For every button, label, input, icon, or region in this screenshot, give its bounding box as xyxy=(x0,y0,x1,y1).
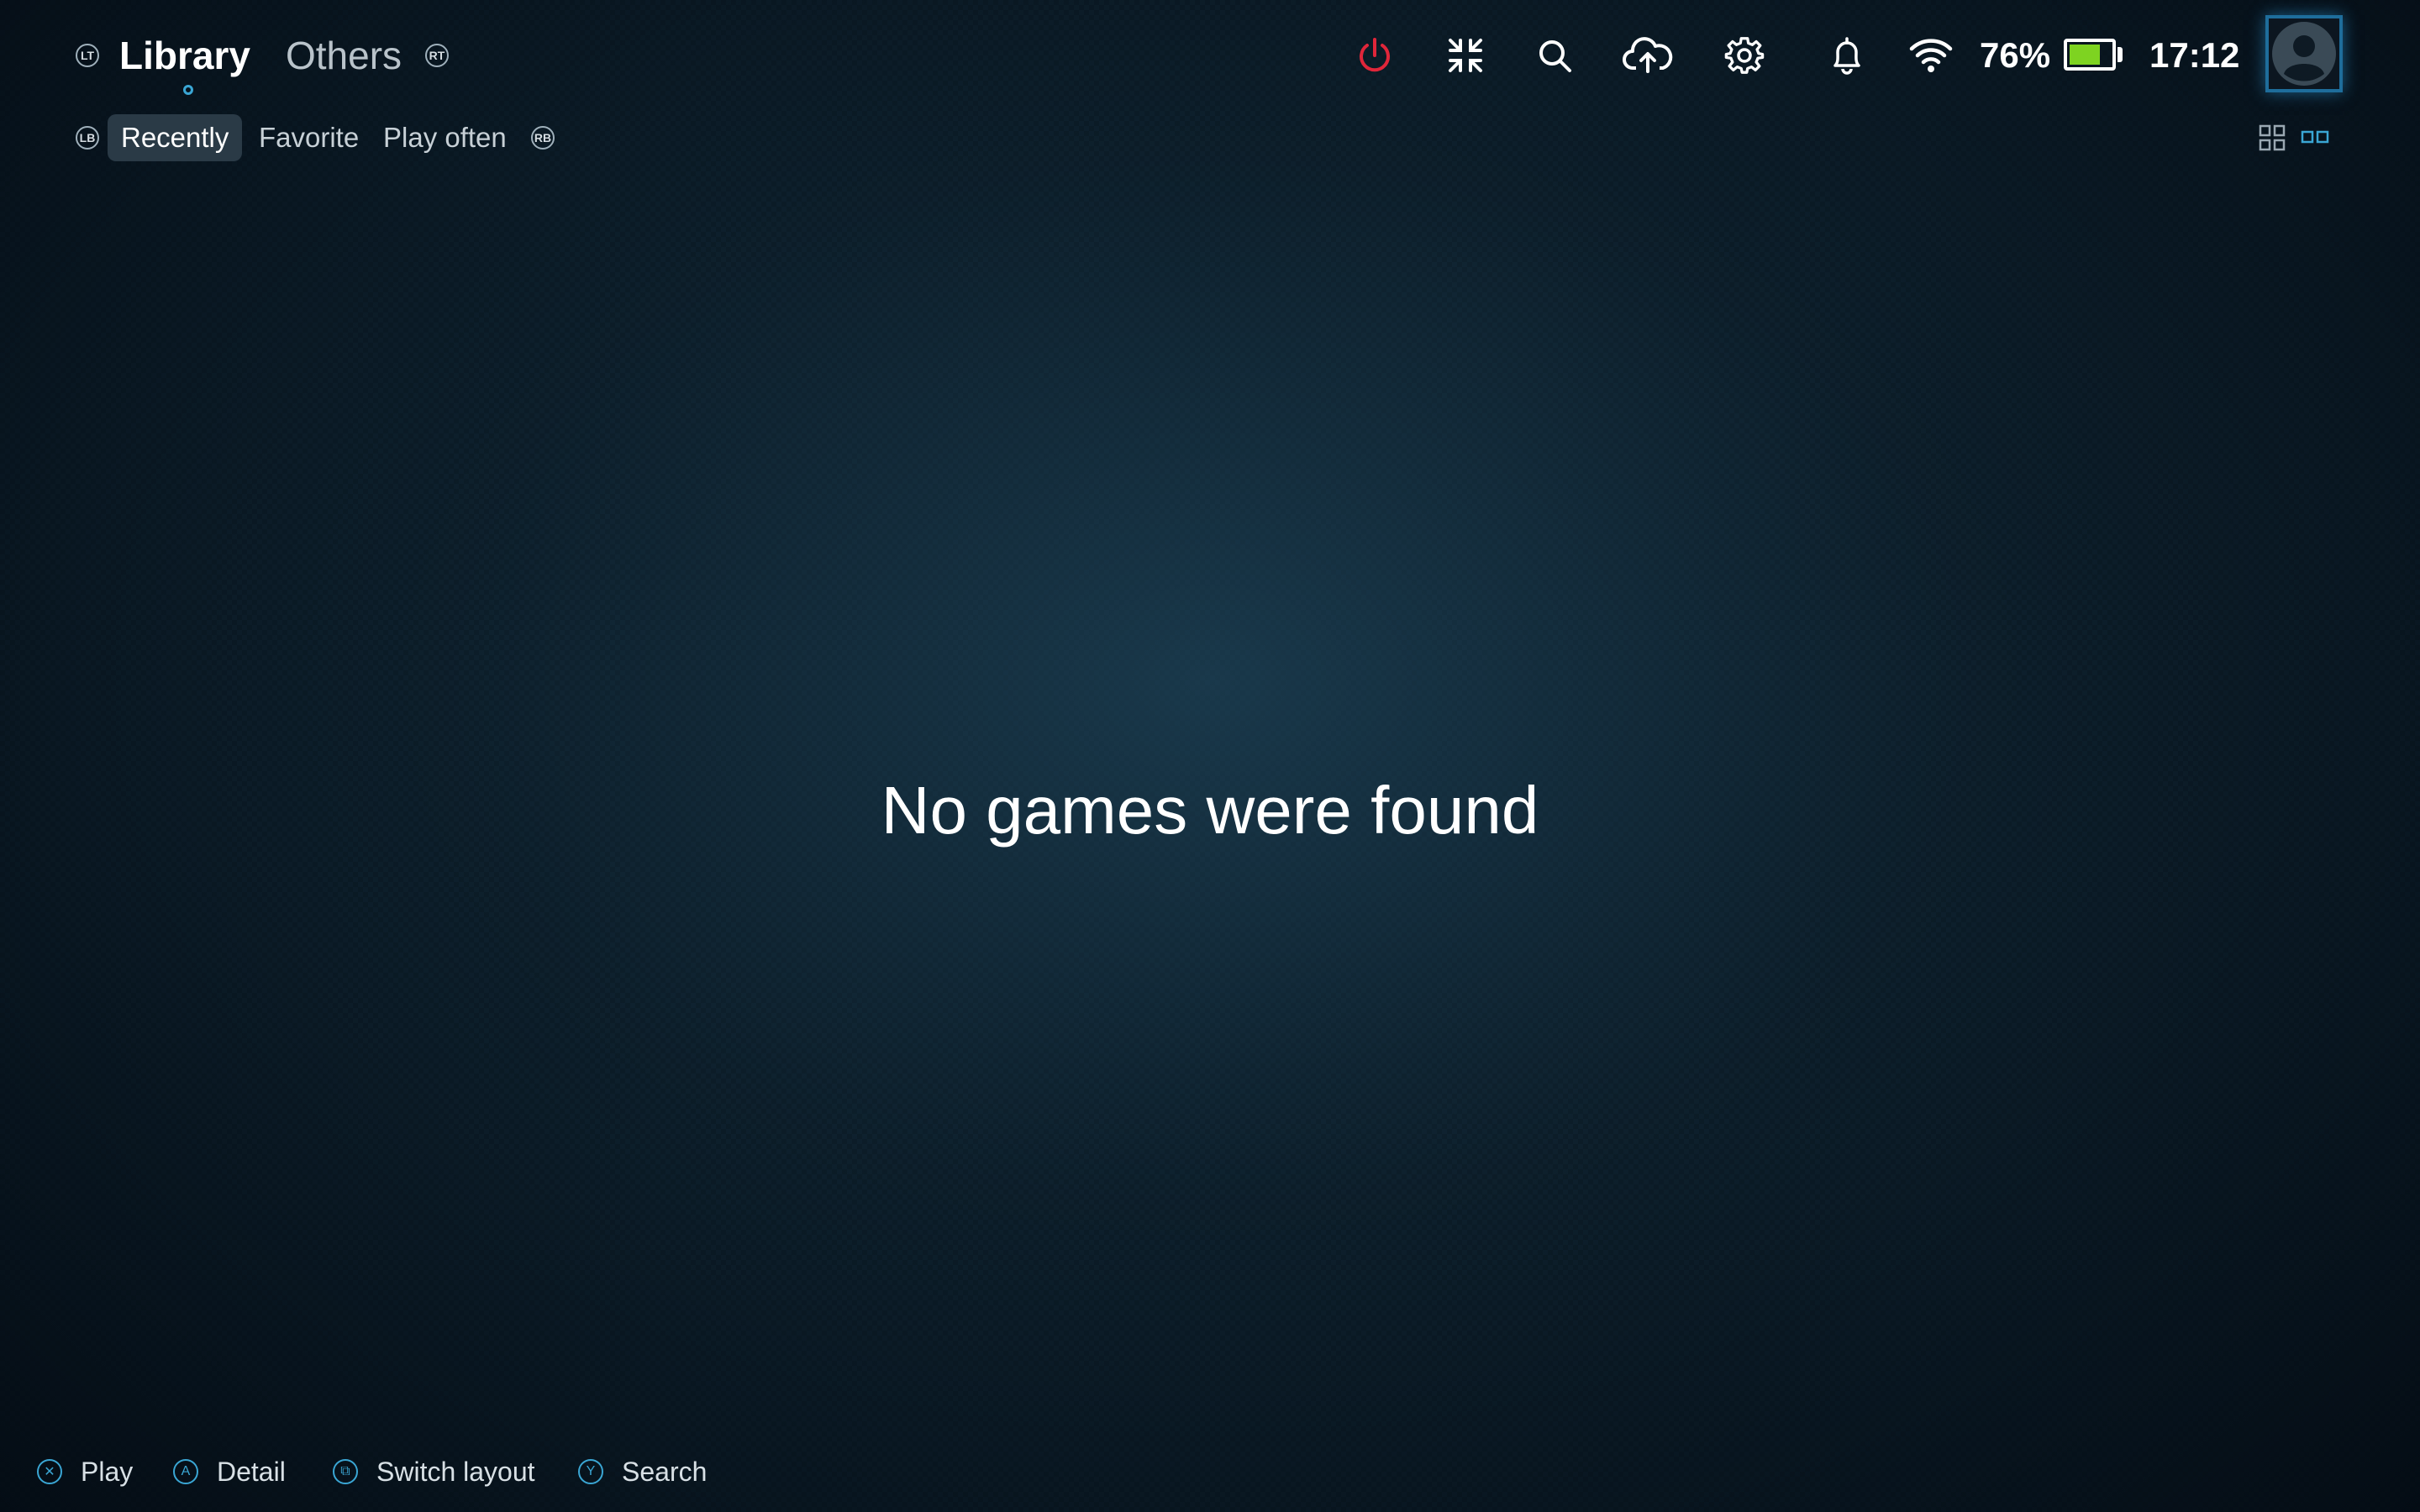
clock: 17:12 xyxy=(2149,35,2240,75)
lt-bumper-icon: LT xyxy=(76,44,99,67)
user-avatar-icon xyxy=(2272,22,2336,86)
list-layout-icon[interactable] xyxy=(2301,129,2329,150)
gear-icon[interactable] xyxy=(1723,34,1766,77)
cloud-upload-icon[interactable] xyxy=(1622,34,1674,77)
subtab-recently[interactable]: Recently xyxy=(108,114,243,161)
top-nav: LT Library Others RT 76% 17:12 xyxy=(0,0,2420,118)
rb-bumper-icon: RB xyxy=(531,126,555,150)
subtab-favorite[interactable]: Favorite xyxy=(245,114,372,161)
active-tab-indicator xyxy=(183,85,193,95)
hint-label: Search xyxy=(622,1456,708,1487)
hint-search: Y Search xyxy=(578,1450,707,1494)
rt-bumper-icon: RT xyxy=(425,44,449,67)
battery-tip xyxy=(2118,47,2123,62)
tab-library[interactable]: Library xyxy=(119,30,250,81)
subtab-play-often[interactable]: Play often xyxy=(370,114,520,161)
avatar[interactable] xyxy=(2265,15,2343,92)
battery-icon xyxy=(2064,39,2116,71)
tab-others[interactable]: Others xyxy=(286,30,402,81)
lb-bumper-icon: LB xyxy=(76,126,99,150)
fullscreen-exit-icon[interactable] xyxy=(1444,34,1487,77)
battery-level-fill xyxy=(2070,45,2101,65)
view-button-icon: ⧉ xyxy=(333,1459,358,1484)
a-button-icon: A xyxy=(173,1459,198,1484)
power-icon[interactable] xyxy=(1353,34,1397,77)
hint-label: Switch layout xyxy=(376,1456,535,1487)
y-button-icon: Y xyxy=(578,1459,603,1484)
hint-label: Play xyxy=(81,1456,134,1487)
cross-button-icon: ✕ xyxy=(37,1459,62,1484)
wifi-icon xyxy=(1909,34,1953,77)
search-icon[interactable] xyxy=(1533,34,1576,77)
grid-layout-icon[interactable] xyxy=(2259,124,2286,155)
battery-percent: 76% xyxy=(1980,35,2051,75)
empty-state-message: No games were found xyxy=(881,773,1539,848)
hint-label: Detail xyxy=(217,1456,286,1487)
bell-icon[interactable] xyxy=(1825,34,1869,77)
hint-switch-layout: ⧉ Switch layout xyxy=(333,1450,535,1494)
hint-play: ✕ Play xyxy=(37,1450,133,1494)
hint-detail: A Detail xyxy=(173,1450,286,1494)
